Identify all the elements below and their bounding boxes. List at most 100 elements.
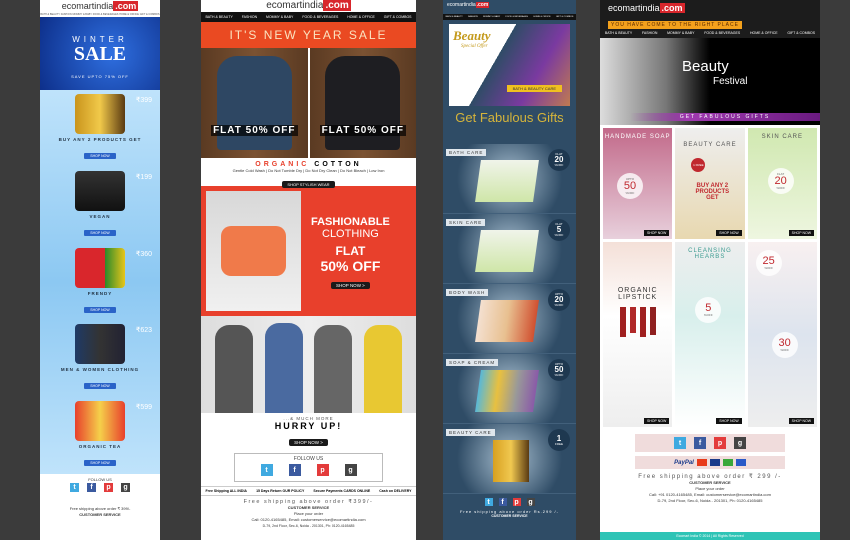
hurry-shop-now-button[interactable]: SHOP NOW > bbox=[289, 439, 328, 446]
nav-item[interactable]: MOMMY & BABY bbox=[483, 16, 500, 18]
offer-section[interactable]: BEAUTY CARE 1 FREE bbox=[443, 424, 576, 494]
nav-item[interactable]: HOME & OFFICE bbox=[533, 16, 550, 18]
facebook-icon[interactable]: f bbox=[87, 483, 96, 492]
nav-item[interactable]: MOMMY & BABY bbox=[667, 31, 694, 35]
offer-section[interactable]: BATH CARE FLAT 20 %OFF bbox=[443, 144, 576, 214]
nav-item[interactable]: BATH & BEAUTY bbox=[205, 15, 232, 19]
nav-item[interactable]: FASHION bbox=[242, 15, 257, 19]
shop-now-button[interactable]: SHOP NOW bbox=[84, 383, 116, 390]
googleplus-icon[interactable]: g bbox=[344, 464, 357, 476]
nav-item[interactable]: FOOD & BEVERAGES bbox=[704, 31, 740, 35]
product-item: ₹623 MEN & WOMEN CLOTHING SHOP NOW bbox=[40, 320, 160, 397]
facebook-icon[interactable]: f bbox=[498, 498, 507, 506]
shop-stylish-wear-button[interactable]: SHOP STYLISH WEAR bbox=[282, 181, 335, 188]
offer-section[interactable]: SOAP & CREAM UPTO 50 %OFF bbox=[443, 354, 576, 424]
nav-item[interactable]: FASHION bbox=[642, 31, 657, 35]
nav-item[interactable]: BATH & BEAUTY bbox=[605, 31, 632, 35]
caption: ORGANIC TEA bbox=[78, 444, 122, 450]
tile-beauty-care[interactable]: BEAUTY CARE 1 FREE BUY ANY 2 PRODUCTS GET S… bbox=[675, 128, 745, 239]
card-icon bbox=[722, 459, 733, 466]
nav-item[interactable]: HOME & OFFICE bbox=[750, 31, 778, 35]
fashion-discount: 50% OFF bbox=[320, 258, 381, 274]
twitter-icon[interactable]: t bbox=[484, 498, 493, 506]
tile-cleansing-herbs[interactable]: CLEANSING HEARBS 5 %OFF SHOP NOW bbox=[675, 241, 745, 427]
pinterest-icon[interactable]: p bbox=[512, 498, 521, 506]
shop-now-button[interactable]: SHOP NOW bbox=[643, 229, 670, 236]
nav-item[interactable]: GIFT & COMBOS bbox=[787, 31, 815, 35]
fashion-subtitle: CLOTHING bbox=[322, 228, 379, 240]
shop-now-button[interactable]: SHOP NOW bbox=[788, 229, 814, 236]
offer-section[interactable]: BODY WASH UPTO 20 %OFF bbox=[443, 284, 576, 354]
nav-item[interactable]: FOOD & BEVERAGES bbox=[93, 13, 119, 16]
product-image bbox=[75, 247, 125, 288]
tile-skin-care[interactable]: SKIN CARE FLAT 20 %OFF SHOP NOW bbox=[747, 128, 817, 239]
hero-subtitle: Festival bbox=[713, 76, 748, 87]
section-label: BEAUTY CARE bbox=[446, 429, 495, 436]
customer-service: CUSTOMER SERVICE bbox=[491, 514, 528, 518]
discount-badge: 1 FREE bbox=[548, 429, 570, 451]
googleplus-icon[interactable]: g bbox=[121, 483, 130, 492]
googleplus-icon[interactable]: g bbox=[526, 498, 535, 506]
hero-title: Beauty bbox=[682, 58, 729, 75]
twitter-icon[interactable]: t bbox=[674, 437, 686, 449]
nav-item[interactable]: GIFT & COMBOS bbox=[384, 15, 412, 19]
logo[interactable]: ecomartindia.com bbox=[447, 2, 572, 8]
logo[interactable]: ecomartindia.com bbox=[40, 0, 160, 11]
pinterest-icon[interactable]: p bbox=[316, 464, 329, 476]
shop-now-button[interactable]: SHOP NOW > bbox=[331, 282, 370, 289]
nav-item[interactable]: MOMMY & BABY bbox=[266, 15, 293, 19]
nav-item[interactable]: FASHION bbox=[468, 16, 478, 18]
section-label: BODY WASH bbox=[446, 289, 489, 296]
product-grid: HANDMADE SOAP UPTO 50 %OFF SHOP NOW BEAUTY C… bbox=[600, 125, 820, 430]
nav-item[interactable]: MOMMY & BABY bbox=[72, 13, 92, 16]
tshirt-offer[interactable]: FLAT 50% OFF bbox=[201, 48, 308, 158]
beauty-offer-newsletter: ecomartindia.com BATH & BEAUTY FASHION MOM… bbox=[443, 0, 576, 540]
facebook-icon[interactable]: f bbox=[288, 464, 301, 476]
product-list: ₹399 BUY ANY 2 PRODUCTS GET SHOP NOW ₹199 V… bbox=[40, 90, 160, 474]
organic-label: ORGANIC bbox=[255, 161, 310, 168]
discount-badge: UPTO 50 %OFF bbox=[548, 359, 570, 381]
offer-section[interactable]: SKIN CARE FLAT 5 %OFF bbox=[443, 214, 576, 284]
shop-now-button[interactable]: SHOP NOW bbox=[84, 306, 116, 313]
shop-now-button[interactable]: SHOP NOW bbox=[84, 229, 116, 236]
product-image bbox=[75, 324, 125, 365]
tshirt-offer[interactable]: FLAT 50% OFF bbox=[309, 48, 416, 158]
nav-item[interactable]: FOOD & BEVERAGES bbox=[506, 16, 529, 18]
buy-offer: BUY ANY 2 PRODUCTS GET bbox=[695, 183, 730, 201]
beauty-banner: Beauty Special Offer BATH & BEAUTY CARE bbox=[449, 24, 570, 106]
logo[interactable]: ecomartindia.com bbox=[201, 0, 416, 12]
nav-item[interactable]: HOME & OFFICE bbox=[347, 15, 375, 19]
discount-badge: FLAT 20 %OFF bbox=[548, 149, 570, 171]
shop-now-button[interactable]: SHOP NOW bbox=[84, 153, 116, 159]
shop-now-button[interactable]: SHOP NOW bbox=[716, 229, 742, 236]
tile-natural-care[interactable]: 25 %OFF 30 %OFF SHOP NOW bbox=[747, 241, 817, 427]
nav-item[interactable]: FOOD & BEVERAGES bbox=[302, 15, 338, 19]
address: D-79, 2nd Floor, Sec-6, Noida - 201301, … bbox=[657, 498, 763, 503]
nav-item[interactable]: HOME & OFFICE bbox=[119, 13, 139, 16]
social-links: tfpg bbox=[40, 483, 160, 492]
shop-now-button[interactable]: SHOP NOW bbox=[788, 418, 814, 424]
facebook-icon[interactable]: f bbox=[694, 437, 706, 449]
nav-item[interactable]: BATH & BEAUTY bbox=[446, 16, 463, 18]
copyright-bar: Ecomart India © 2014 | All Rights Reserv… bbox=[600, 532, 820, 540]
model-image bbox=[206, 191, 301, 311]
pinterest-icon[interactable]: p bbox=[714, 437, 726, 449]
twitter-icon[interactable]: t bbox=[260, 464, 273, 476]
shop-now-button[interactable]: SHOP NOW bbox=[84, 460, 116, 467]
tile-organic-lipstick[interactable]: ORGANIC LIPSTICK SHOP NOW bbox=[603, 241, 673, 427]
product-image bbox=[475, 300, 539, 342]
shop-now-button[interactable]: SHOP NOW bbox=[716, 418, 742, 424]
googleplus-icon[interactable]: g bbox=[734, 437, 746, 449]
tile-handmade-soap[interactable]: HANDMADE SOAP UPTO 50 %OFF SHOP NOW bbox=[603, 128, 673, 239]
shop-now-button[interactable]: SHOP NOW bbox=[643, 418, 670, 424]
logo[interactable]: ecomartindia.com bbox=[608, 3, 812, 13]
care-instructions: Gentle Cold Wash | Do Not Tumble Dry | D… bbox=[232, 168, 385, 173]
nav-item[interactable]: GIFT & COMBOS bbox=[140, 13, 160, 16]
feature: Free Shipping ALL INDIA bbox=[205, 489, 247, 493]
nav-item[interactable]: GIFT & COMBOS bbox=[556, 16, 573, 18]
twitter-icon[interactable]: t bbox=[70, 483, 79, 492]
pinterest-icon[interactable]: p bbox=[104, 483, 113, 492]
nav-item[interactable]: FASHION bbox=[61, 13, 72, 16]
product-item: ₹360 FRENDY SHOP NOW bbox=[40, 244, 160, 321]
nav-item[interactable]: BATH & BEAUTY bbox=[40, 13, 60, 16]
